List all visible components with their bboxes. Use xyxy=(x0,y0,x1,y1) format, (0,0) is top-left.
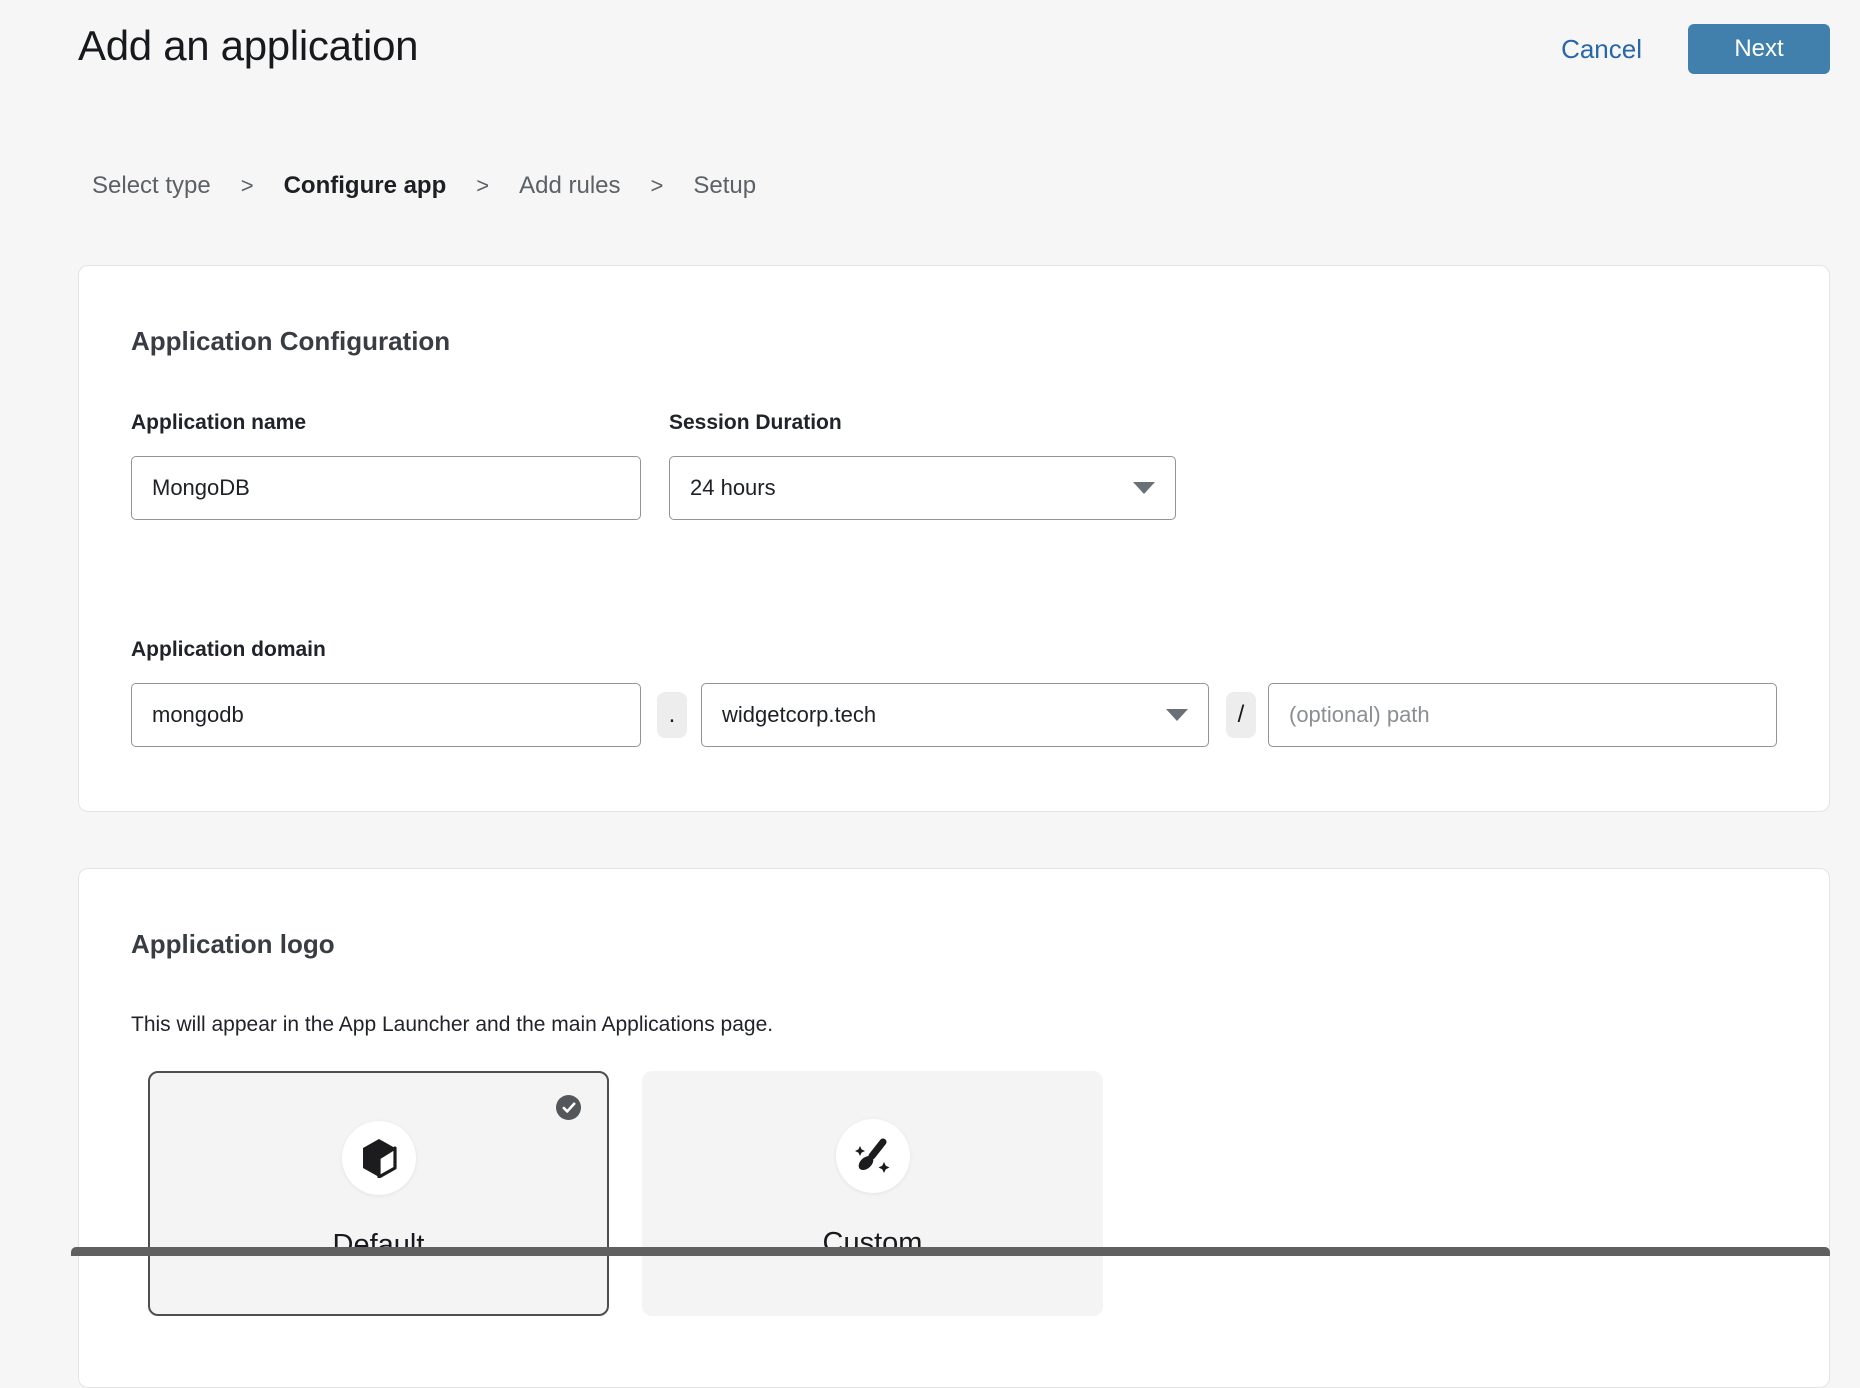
logo-option-custom[interactable]: Custom xyxy=(642,1071,1103,1316)
breadcrumb-step-add-rules[interactable]: Add rules xyxy=(519,172,620,200)
breadcrumb-step-configure-app[interactable]: Configure app xyxy=(284,172,447,200)
application-domain-row: . widgetcorp.tech / xyxy=(131,683,1777,747)
header-actions: Cancel Next xyxy=(1561,22,1830,74)
application-name-field: Application name xyxy=(131,411,641,520)
logo-option-label: Default xyxy=(333,1229,425,1262)
breadcrumb-separator: > xyxy=(476,173,489,199)
breadcrumb-separator: > xyxy=(651,173,664,199)
application-domain-label: Application domain xyxy=(131,638,1777,662)
domain-select-value: widgetcorp.tech xyxy=(722,702,876,728)
session-duration-field: Session Duration 24 hours xyxy=(669,411,1176,520)
application-name-input[interactable] xyxy=(131,456,641,520)
chevron-down-icon xyxy=(1166,709,1188,721)
breadcrumb: Select type > Configure app > Add rules … xyxy=(92,172,1860,200)
next-button[interactable]: Next xyxy=(1688,24,1830,74)
page-title: Add an application xyxy=(78,22,418,70)
chevron-down-icon xyxy=(1133,482,1155,494)
application-configuration-card: Application Configuration Application na… xyxy=(78,265,1830,812)
paintbrush-icon xyxy=(836,1119,910,1193)
path-input[interactable] xyxy=(1268,683,1777,747)
breadcrumb-step-select-type[interactable]: Select type xyxy=(92,172,211,200)
application-name-label: Application name xyxy=(131,411,641,435)
logo-option-default[interactable]: Default xyxy=(148,1071,609,1316)
subdomain-input[interactable] xyxy=(131,683,641,747)
page-header: Add an application Cancel Next xyxy=(0,0,1860,74)
logo-options: Default Custom xyxy=(148,1071,1777,1316)
domain-dot-separator: . xyxy=(657,692,687,738)
domain-slash-separator: / xyxy=(1226,692,1256,738)
domain-select[interactable]: widgetcorp.tech xyxy=(701,683,1209,747)
application-logo-card: Application logo This will appear in the… xyxy=(78,868,1830,1388)
session-duration-value: 24 hours xyxy=(690,475,776,501)
cube-icon xyxy=(342,1121,416,1195)
session-duration-label: Session Duration xyxy=(669,411,1176,435)
section-heading-application-configuration: Application Configuration xyxy=(131,266,1777,357)
breadcrumb-separator: > xyxy=(241,173,254,199)
breadcrumb-step-setup[interactable]: Setup xyxy=(693,172,756,200)
horizontal-scrollbar[interactable] xyxy=(71,1247,1830,1256)
logo-description: This will appear in the App Launcher and… xyxy=(131,1013,1777,1037)
cancel-button[interactable]: Cancel xyxy=(1561,34,1642,65)
selected-check-icon xyxy=(556,1095,581,1120)
section-heading-application-logo: Application logo xyxy=(131,869,1777,960)
session-duration-select[interactable]: 24 hours xyxy=(669,456,1176,520)
